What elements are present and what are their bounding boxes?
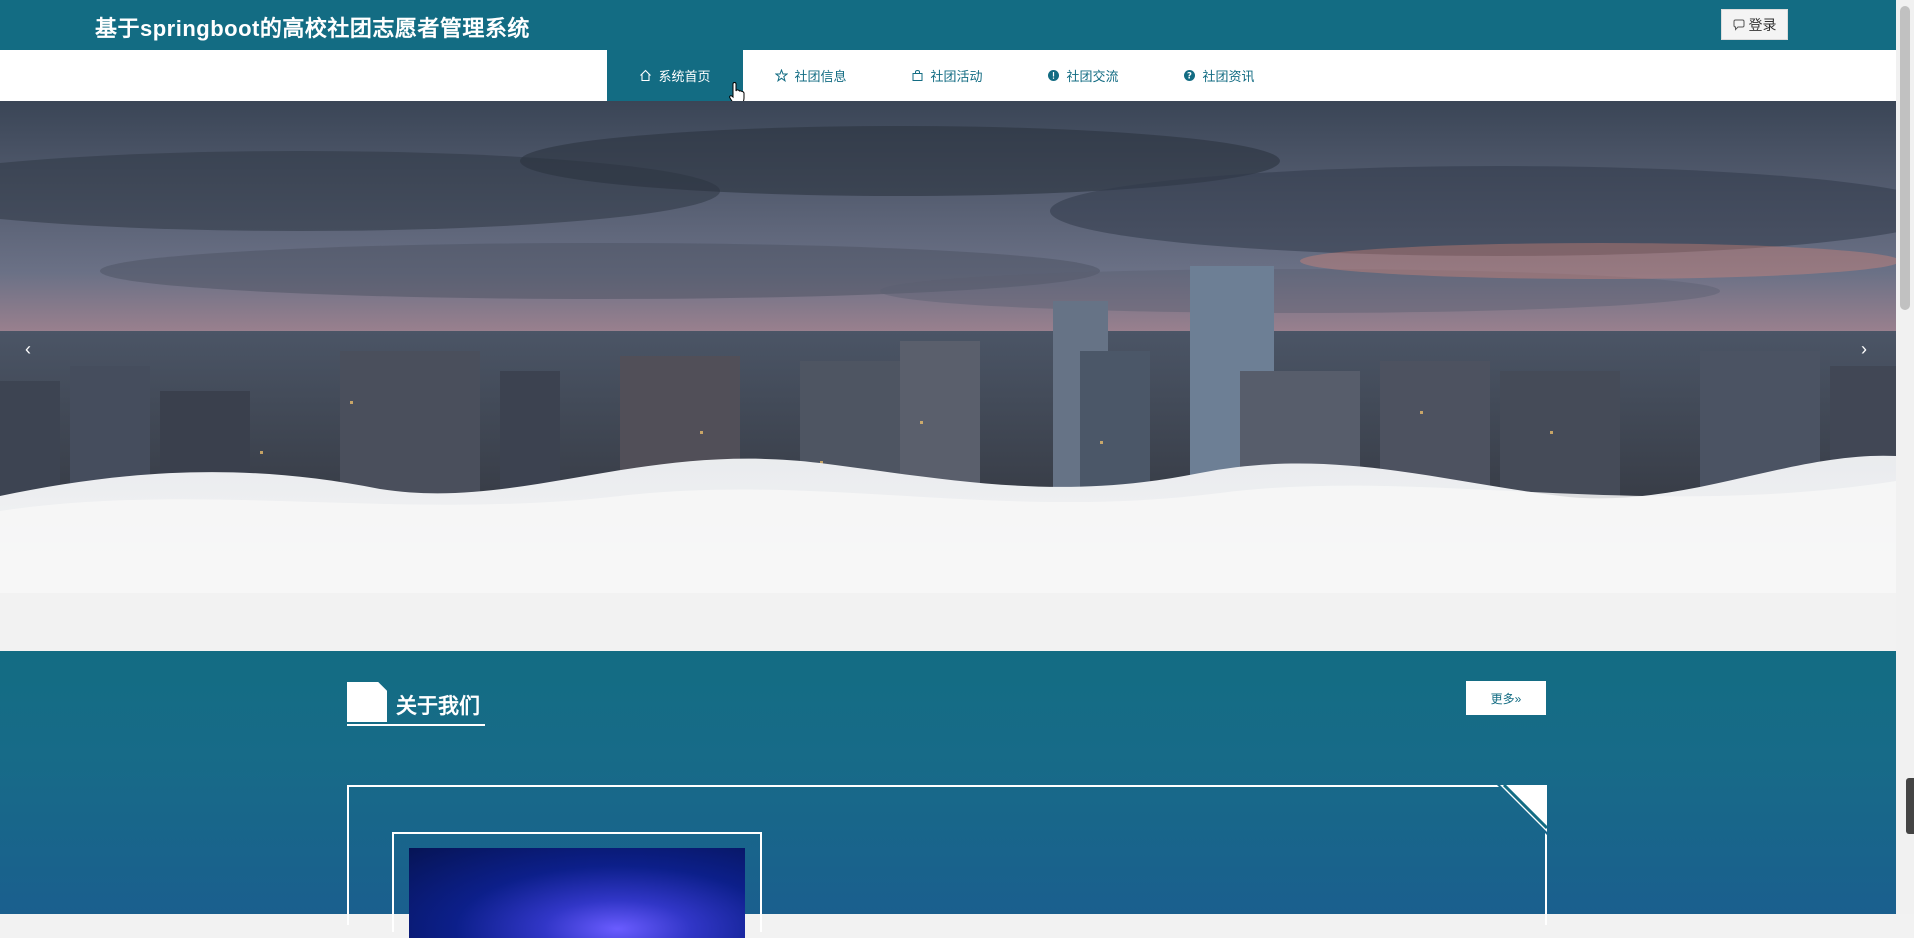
help-circle-icon: ? (1184, 70, 1196, 82)
side-tab-handle[interactable] (1906, 778, 1914, 834)
nav-label-club-info: 社团信息 (794, 69, 847, 84)
svg-text:?: ? (1188, 72, 1193, 82)
page-scrollbar[interactable] (1896, 0, 1914, 914)
frame-corner-decoration (1500, 785, 1547, 832)
nav-item-club-info[interactable]: 社团信息 (743, 50, 879, 101)
nav-label-home: 系统首页 (658, 69, 711, 84)
nav-item-home[interactable]: 系统首页 (607, 50, 743, 101)
about-title: 关于我们 (396, 695, 480, 718)
site-title: 基于springboot的高校社团志愿者管理系统 (95, 16, 530, 41)
nav-label-club-activity: 社团活动 (930, 69, 983, 84)
about-image (409, 848, 745, 938)
alert-circle-icon (1048, 70, 1060, 81)
chat-icon (1733, 19, 1744, 31)
document-icon (347, 682, 387, 722)
nav-item-club-activity[interactable]: 社团活动 (879, 50, 1015, 101)
banner-carousel[interactable]: ‹ › (0, 101, 1896, 593)
chevron-left-icon: ‹ (25, 338, 31, 359)
scrollbar-thumb[interactable] (1900, 6, 1910, 310)
nav-item-club-forum[interactable]: 社团交流 (1015, 50, 1151, 101)
carousel-prev-button[interactable]: ‹ (16, 337, 40, 361)
login-label: 登录 (1748, 16, 1777, 33)
about-section: 关于我们 更多» (0, 651, 1896, 938)
city-skyline-image (0, 101, 1896, 593)
nav-label-club-news: 社团资讯 (1202, 69, 1255, 84)
bag-icon (912, 69, 923, 81)
main-nav: 系统首页 社团信息 社团活动 社团交流 ? 社团资讯 (0, 50, 1896, 102)
more-button[interactable]: 更多» (1466, 681, 1546, 715)
nav-label-club-forum: 社团交流 (1066, 69, 1119, 84)
about-underline (347, 724, 485, 726)
header-bar: 基于springboot的高校社团志愿者管理系统 登录 (0, 0, 1896, 50)
star-icon (775, 69, 789, 82)
nav-item-club-news[interactable]: ? 社团资讯 (1151, 50, 1287, 101)
chevron-right-icon: › (1861, 338, 1867, 359)
carousel-next-button[interactable]: › (1852, 337, 1876, 361)
login-button[interactable]: 登录 (1721, 9, 1788, 40)
home-icon (640, 69, 652, 82)
section-gap (0, 593, 1896, 651)
